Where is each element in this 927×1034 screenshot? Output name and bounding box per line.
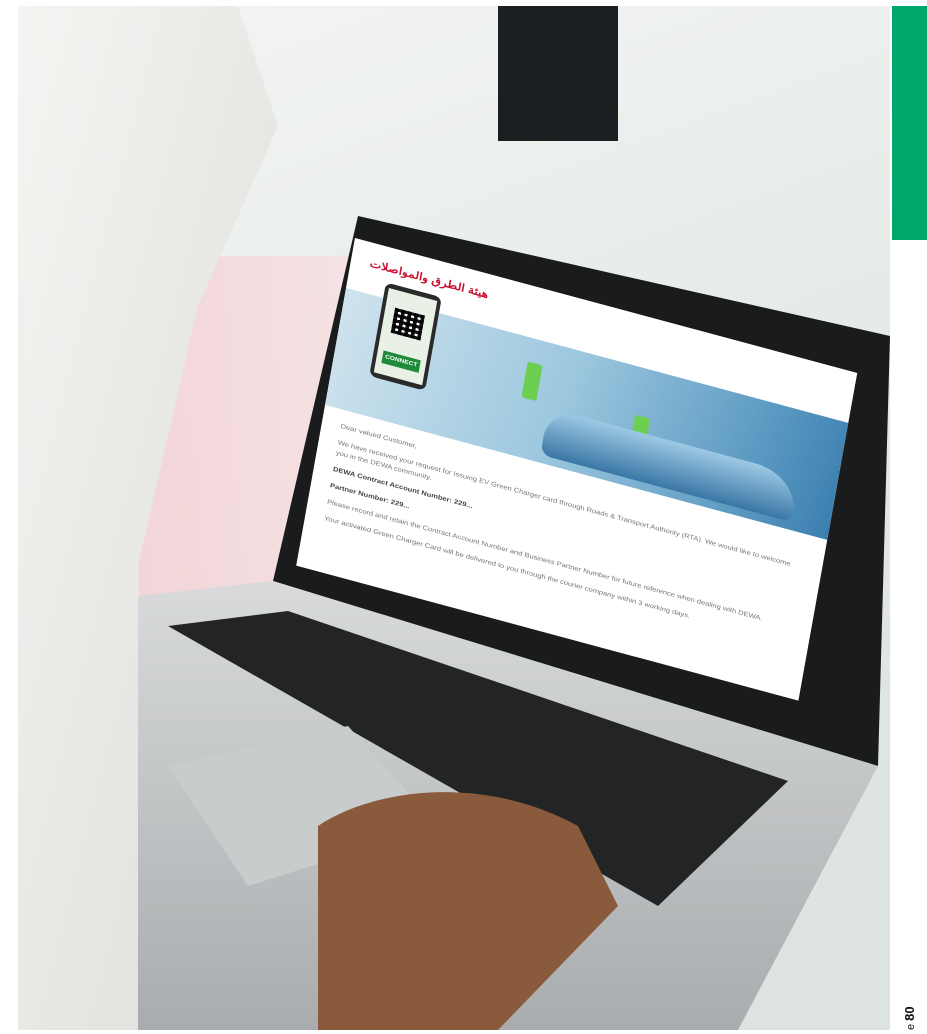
connect-button: CONNECT xyxy=(381,350,421,373)
section-color-tab xyxy=(892,6,927,240)
page-number: 80 xyxy=(902,1006,917,1021)
monitor-shape xyxy=(498,6,618,141)
phone-illustration: CONNECT xyxy=(369,282,442,391)
charger-icon xyxy=(521,361,543,402)
page-number-label: e 80 xyxy=(902,1006,917,1030)
page-label-prefix: e xyxy=(905,1023,917,1030)
qr-code-icon xyxy=(390,307,425,341)
phone-screen: CONNECT xyxy=(373,288,438,386)
